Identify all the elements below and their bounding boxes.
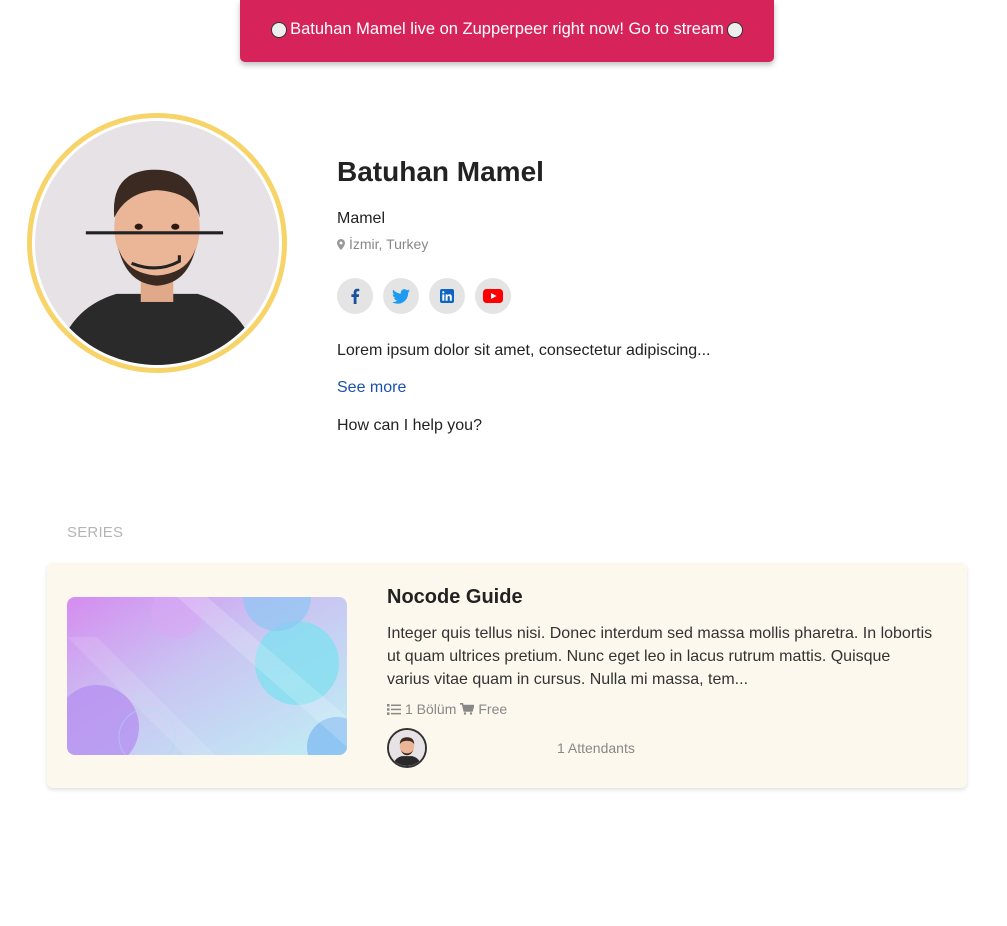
youtube-icon [483, 289, 503, 303]
youtube-button[interactable] [475, 278, 511, 314]
profile-location: İzmir, Turkey [337, 236, 428, 252]
series-price: Free [478, 701, 508, 717]
live-indicator-left-icon [271, 21, 288, 38]
twitter-button[interactable] [383, 278, 419, 314]
map-pin-icon [337, 238, 345, 250]
facebook-button[interactable] [337, 278, 373, 314]
series-thumbnail [67, 597, 347, 755]
list-icon [387, 703, 401, 715]
series-meta: 1 Bölüm Free [387, 701, 507, 717]
linkedin-icon [440, 289, 454, 303]
series-title: Nocode Guide [387, 586, 523, 608]
series-card[interactable]: Nocode Guide Integer quis tellus nisi. D… [47, 563, 967, 788]
cart-icon [460, 703, 475, 715]
social-links [337, 278, 511, 314]
profile-photo [35, 121, 279, 365]
live-indicator-right-icon [726, 21, 743, 38]
series-thumbnail-image [67, 597, 347, 755]
series-episodes: 1 Bölüm [405, 701, 457, 717]
series-section-title: SERIES [67, 524, 124, 541]
attendee-photo [389, 730, 425, 766]
twitter-icon [392, 288, 410, 304]
series-attendants: 1 Attendants [557, 740, 635, 756]
live-banner-text: Batuhan Mamel live on Zupperpeer right n… [290, 20, 724, 38]
see-more-link[interactable]: See more [337, 379, 406, 397]
facebook-icon [351, 288, 360, 304]
help-text: How can I help you? [337, 417, 482, 434]
linkedin-button[interactable] [429, 278, 465, 314]
profile-avatar [27, 113, 287, 373]
live-stream-banner[interactable]: Batuhan Mamel live on Zupperpeer right n… [240, 0, 774, 62]
profile-name: Batuhan Mamel [337, 156, 544, 187]
profile-username: Mamel [337, 210, 386, 227]
attendee-avatar [387, 728, 427, 768]
location-text: İzmir, Turkey [349, 236, 429, 252]
series-description: Integer quis tellus nisi. Donec interdum… [387, 625, 933, 688]
profile-bio: Lorem ipsum dolor sit amet, consectetur … [337, 342, 711, 359]
